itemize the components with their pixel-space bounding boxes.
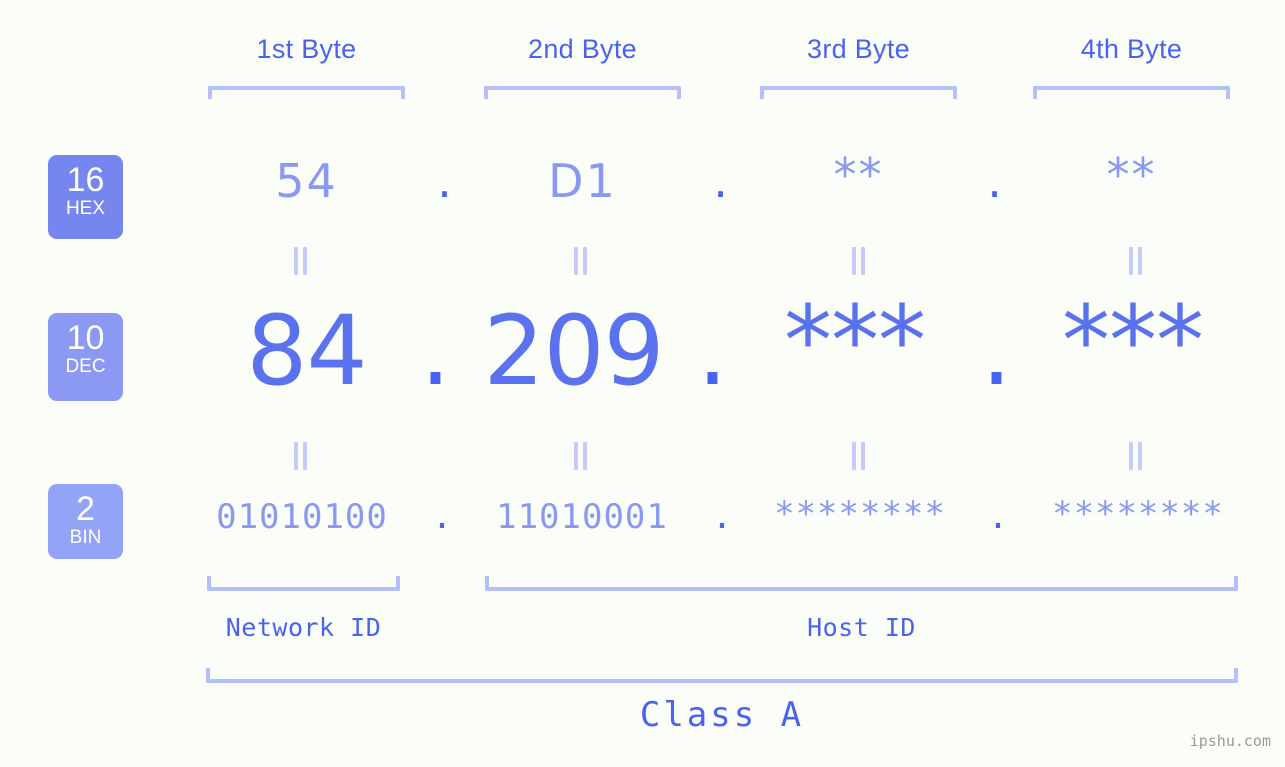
equals-mark-hex-dec-1 [293,247,309,275]
equals-mark-hex-dec-3 [851,247,867,275]
hex-byte-1: 54 [275,154,338,208]
equals-mark-dec-bin-1 [293,442,309,470]
base-badge-dec-number: 10 [66,319,105,357]
bin-separator-2: . [711,497,733,537]
dec-separator-3: . [981,295,1012,407]
class-label: Class A [639,695,805,735]
byte-bracket-3 [760,86,957,99]
dec-byte-3: *** [784,285,926,397]
base-badge-bin-name: BIN [69,527,102,548]
bin-byte-2: 11010001 [496,497,668,537]
hex-byte-3: ** [833,148,884,202]
equals-mark-dec-bin-2 [573,442,589,470]
dec-byte-2: 209 [483,295,664,407]
hex-byte-2: D1 [548,154,617,208]
hex-separator-2: . [713,154,728,208]
dec-byte-4: *** [1062,285,1204,397]
base-badge-hex: 16 HEX [48,155,123,239]
base-badge-bin-number: 2 [76,490,95,528]
equals-mark-dec-bin-4 [1128,442,1144,470]
network-id-label: Network ID [225,613,382,642]
bin-byte-4: ******** [1052,494,1224,534]
dec-byte-1: 84 [246,295,367,407]
base-badge-hex-number: 16 [66,161,105,199]
byte-bracket-1 [208,86,405,99]
bin-byte-3: ******** [774,494,946,534]
byte-bracket-4 [1033,86,1230,99]
byte-bracket-2 [484,86,681,99]
ip-breakdown-diagram: 1st Byte 2nd Byte 3rd Byte 4th Byte 16 H… [0,0,1285,767]
byte-header-2: 2nd Byte [528,34,637,64]
hex-byte-4: ** [1106,148,1157,202]
dec-separator-1: . [420,295,451,407]
equals-mark-hex-dec-2 [573,247,589,275]
hex-separator-1: . [437,154,452,208]
network-id-bracket [207,576,400,591]
byte-header-4: 4th Byte [1080,34,1183,64]
base-badge-dec-name: DEC [65,356,106,377]
equals-mark-hex-dec-4 [1128,247,1144,275]
dec-separator-2: . [697,295,728,407]
hex-separator-3: . [987,154,1002,208]
bin-byte-1: 01010100 [216,497,388,537]
host-id-label: Host ID [807,613,916,642]
byte-header-1: 1st Byte [256,34,357,64]
host-id-bracket [485,576,1238,591]
base-badge-dec: 10 DEC [48,313,123,401]
byte-header-3: 3rd Byte [807,34,910,64]
equals-mark-dec-bin-3 [851,442,867,470]
bin-separator-1: . [431,497,453,537]
site-watermark: ipshu.com [1189,732,1271,750]
base-badge-hex-name: HEX [65,198,106,219]
base-badge-bin: 2 BIN [48,484,123,559]
bin-separator-3: . [987,497,1009,537]
class-bracket [206,668,1238,683]
